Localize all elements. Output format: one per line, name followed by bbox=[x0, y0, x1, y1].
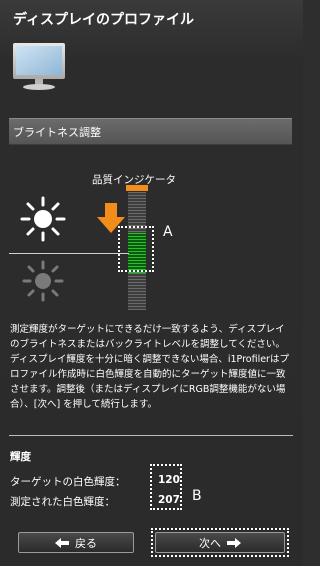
next-button-label: 次へ bbox=[199, 536, 221, 550]
monitor-icon bbox=[13, 43, 65, 90]
arrow-right-icon bbox=[227, 537, 241, 548]
callout-label-b: B bbox=[192, 488, 202, 504]
measured-luminance-label: 測定された白色輝度： bbox=[10, 496, 115, 508]
brightness-divider bbox=[9, 253, 129, 254]
callout-label-a: A bbox=[163, 224, 173, 240]
sun-bright-icon bbox=[20, 196, 66, 242]
next-button[interactable]: 次へ bbox=[155, 532, 285, 553]
luminance-heading: 輝度 bbox=[10, 451, 31, 463]
back-button[interactable]: 戻る bbox=[18, 532, 134, 553]
section-header: ブライトネス調整 bbox=[9, 118, 292, 145]
instructions-text: 測定輝度がターゲットにできるだけ一致するよう、ディスプレイのブライトネスまたはバ… bbox=[10, 324, 289, 410]
back-button-label: 戻る bbox=[75, 536, 97, 550]
window: ディスプレイのプロファイル ブライトネス調整 品質インジケータ A 測定輝度がタ… bbox=[0, 0, 303, 566]
callout-box-b bbox=[150, 464, 182, 510]
arrow-down-icon bbox=[97, 203, 125, 233]
page-title: ディスプレイのプロファイル bbox=[13, 12, 195, 28]
target-marker-bar bbox=[126, 185, 148, 191]
section-label: ブライトネス調整 bbox=[13, 126, 101, 139]
arrow-left-icon bbox=[55, 537, 69, 548]
sun-dim-icon bbox=[22, 260, 64, 302]
target-luminance-label: ターゲットの白色輝度： bbox=[10, 476, 126, 488]
section-divider bbox=[9, 435, 293, 436]
